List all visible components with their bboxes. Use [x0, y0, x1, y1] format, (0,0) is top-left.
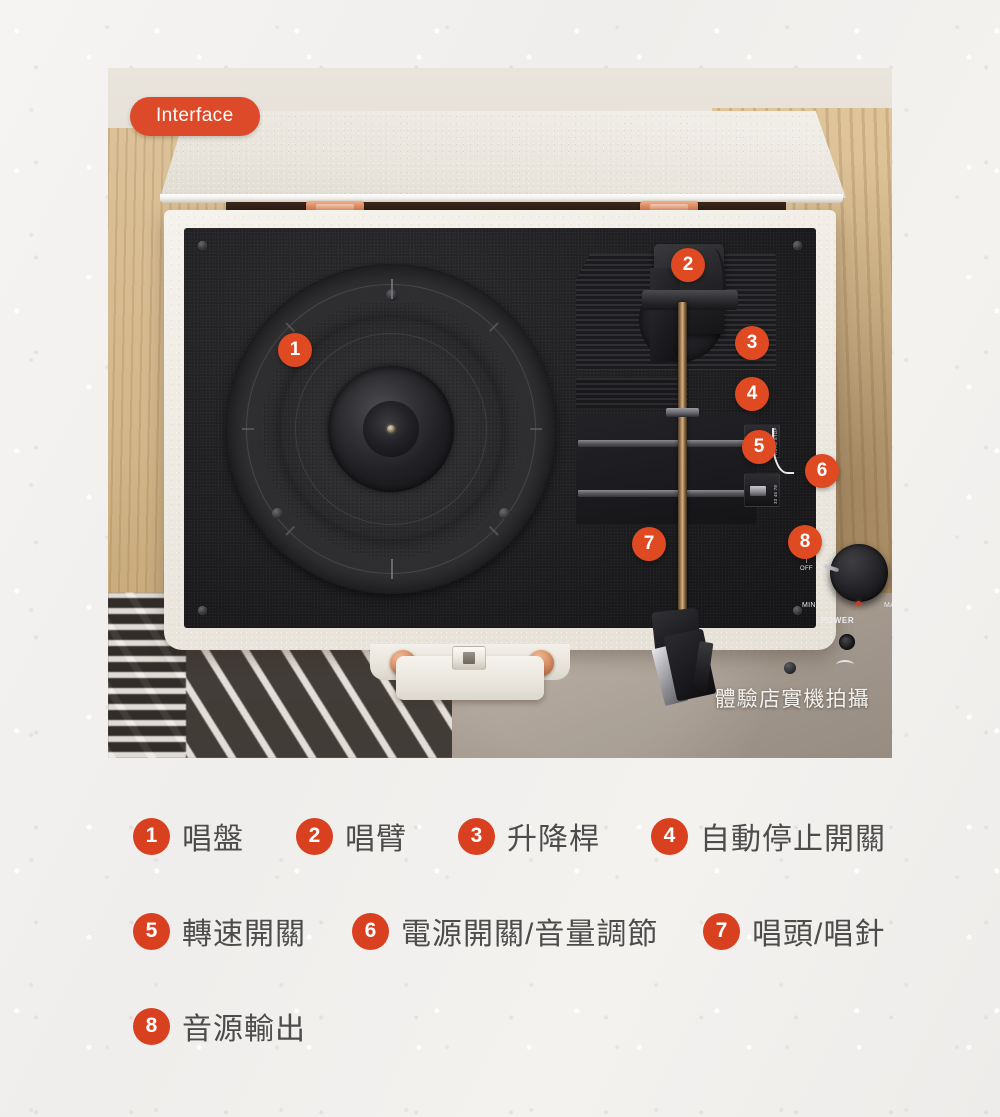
deck-screw-top-left — [198, 241, 207, 250]
deck-screw-bottom-left — [198, 606, 207, 615]
platter-tick — [530, 428, 542, 430]
lid-leather-texture — [160, 111, 846, 198]
legend-label-8: 音源輸出 — [182, 1013, 306, 1046]
deck-screw-lower-center — [784, 662, 796, 674]
legend-label-6: 電源開關/音量調節 — [401, 918, 659, 951]
legend-item-4: 4 自動停止開關 — [651, 814, 886, 858]
photo-callout-7: 7 — [632, 527, 666, 561]
turntable-platter — [226, 264, 556, 594]
power-volume-knob[interactable] — [822, 544, 888, 602]
spindle-pin — [386, 424, 396, 434]
platter-hub-inner — [363, 401, 419, 457]
tonearm-pivot — [650, 268, 680, 363]
speed-switch-label: 33 45 78 — [773, 484, 778, 504]
turntable-case: AUTO STOP 33 45 78 ON I OFF MIN MAX POWE… — [164, 210, 892, 707]
legend: 1 唱盤 2 唱臂 3 升降桿 4 自動停止開關 5 轉速開關 6 電源開關/音量調節 7 唱頭/唱針 … — [0, 800, 1000, 1085]
speed-switch-nub — [750, 486, 766, 496]
product-photo: AUTO STOP 33 45 78 ON I OFF MIN MAX POWE… — [108, 68, 892, 758]
tonearm-counterweight — [642, 290, 738, 310]
legend-item-5: 5 轉速開關 — [133, 909, 306, 953]
photo-callout-4: 4 — [735, 377, 769, 411]
legend-row: 5 轉速開關 6 電源開關/音量調節 7 唱頭/唱針 — [0, 895, 1000, 990]
audio-output-jack[interactable] — [839, 634, 855, 650]
platter-tick — [242, 428, 254, 430]
off-label: OFF — [800, 566, 813, 572]
legend-item-8: 8 音源輸出 — [133, 1004, 306, 1048]
speed-switch[interactable]: 33 45 78 — [744, 473, 780, 507]
photo-watermark: 體驗店實機拍攝 — [714, 688, 870, 711]
photo-callout-8: 8 — [788, 525, 822, 559]
legend-item-3: 3 升降桿 — [458, 814, 600, 858]
knob-center-dot — [856, 601, 861, 606]
legend-label-4: 自動停止開關 — [700, 823, 886, 856]
legend-item-2: 2 唱臂 — [296, 814, 407, 858]
legend-label-1: 唱盤 — [182, 823, 244, 856]
interface-pill-label: Interface — [130, 97, 260, 136]
legend-row: 8 音源輸出 — [0, 990, 1000, 1085]
legend-item-7: 7 唱頭/唱針 — [703, 909, 885, 953]
min-label: MIN — [802, 602, 816, 609]
legend-badge-4: 4 — [651, 817, 688, 855]
deck-ribbed-panel-lower — [576, 378, 688, 408]
legend-badge-2: 2 — [296, 817, 333, 855]
legend-badge-8: 8 — [133, 1007, 170, 1045]
power-label: POWER — [821, 616, 855, 625]
control-panel-block — [576, 414, 756, 524]
legend-row: 1 唱盤 2 唱臂 3 升降桿 4 自動停止開關 — [0, 800, 1000, 895]
deck-metal-bar-upper — [578, 440, 748, 447]
photo-callout-3: 3 — [735, 326, 769, 360]
legend-item-6: 6 電源開關/音量調節 — [352, 909, 658, 953]
photo-callout-1: 1 — [278, 333, 312, 367]
deck-metal-bar-lower — [578, 490, 748, 497]
deck-screw-top-right — [793, 241, 802, 250]
legend-badge-6: 6 — [352, 912, 389, 950]
legend-label-7: 唱頭/唱針 — [752, 918, 886, 951]
legend-item-1: 1 唱盤 — [133, 814, 244, 858]
case-clasp — [452, 646, 486, 670]
deck-screw-bottom-right — [793, 606, 802, 615]
platter-screw-right — [498, 508, 510, 520]
legend-label-2: 唱臂 — [345, 823, 407, 856]
tonearm-tube — [678, 302, 687, 632]
turntable-deck: AUTO STOP 33 45 78 ON I OFF MIN MAX POWE… — [184, 228, 892, 707]
legend-badge-5: 5 — [133, 912, 170, 950]
case-lid — [160, 111, 846, 198]
tonearm-rest — [666, 408, 699, 417]
legend-label-3: 升降桿 — [507, 823, 600, 856]
photo-callout-5: 5 — [742, 430, 776, 464]
platter-hub — [328, 366, 454, 492]
on-off-divider: I — [805, 559, 808, 565]
photo-callout-2: 2 — [671, 248, 705, 282]
legend-badge-7: 7 — [703, 912, 740, 950]
platter-tick — [391, 559, 393, 579]
audio-output-arc-icon — [836, 660, 854, 670]
legend-badge-3: 3 — [458, 817, 495, 855]
platter-tick — [391, 279, 393, 299]
legend-label-5: 轉速開關 — [182, 918, 306, 951]
photo-callout-6: 6 — [805, 454, 839, 488]
legend-badge-1: 1 — [133, 817, 170, 855]
max-label: MAX — [884, 602, 892, 609]
